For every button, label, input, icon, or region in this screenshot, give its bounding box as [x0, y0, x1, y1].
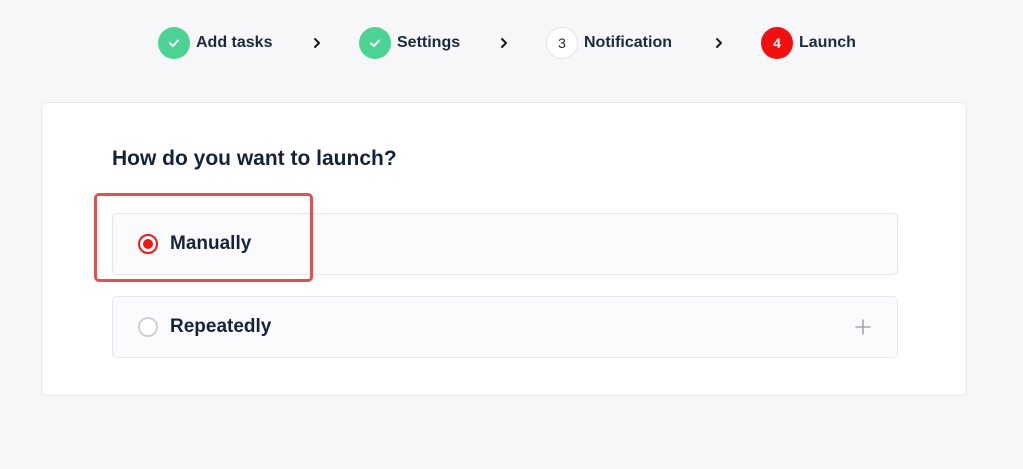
chevron-right-icon [314, 38, 320, 48]
step-number: 3 [546, 27, 578, 59]
plus-icon[interactable] [855, 319, 871, 335]
step-notification[interactable]: 3 Notification [546, 27, 672, 59]
step-add-tasks[interactable]: Add tasks [158, 27, 272, 59]
radio-manually[interactable] [138, 234, 158, 254]
step-label: Notification [584, 34, 672, 51]
step-number: 4 [761, 27, 793, 59]
option-label: Repeatedly [170, 316, 272, 337]
option-repeatedly[interactable]: Repeatedly [112, 296, 898, 358]
check-icon [158, 27, 190, 59]
step-settings[interactable]: Settings [359, 27, 460, 59]
launch-wizard-page: Add tasks Settings 3 Notification 4 Laun… [0, 0, 1023, 469]
option-label: Manually [170, 233, 252, 254]
option-manually[interactable]: Manually [112, 213, 898, 275]
chevron-right-icon [716, 38, 722, 48]
check-icon [359, 27, 391, 59]
step-label: Settings [397, 34, 461, 51]
launch-card: How do you want to launch? Manually Repe… [41, 102, 967, 396]
step-label: Add tasks [196, 34, 273, 51]
step-label: Launch [799, 34, 856, 51]
chevron-right-icon [501, 38, 507, 48]
wizard-stepper: Add tasks Settings 3 Notification 4 Laun… [0, 0, 1023, 86]
card-title: How do you want to launch? [112, 147, 397, 170]
step-launch[interactable]: 4 Launch [761, 27, 856, 59]
radio-repeatedly[interactable] [138, 317, 158, 337]
